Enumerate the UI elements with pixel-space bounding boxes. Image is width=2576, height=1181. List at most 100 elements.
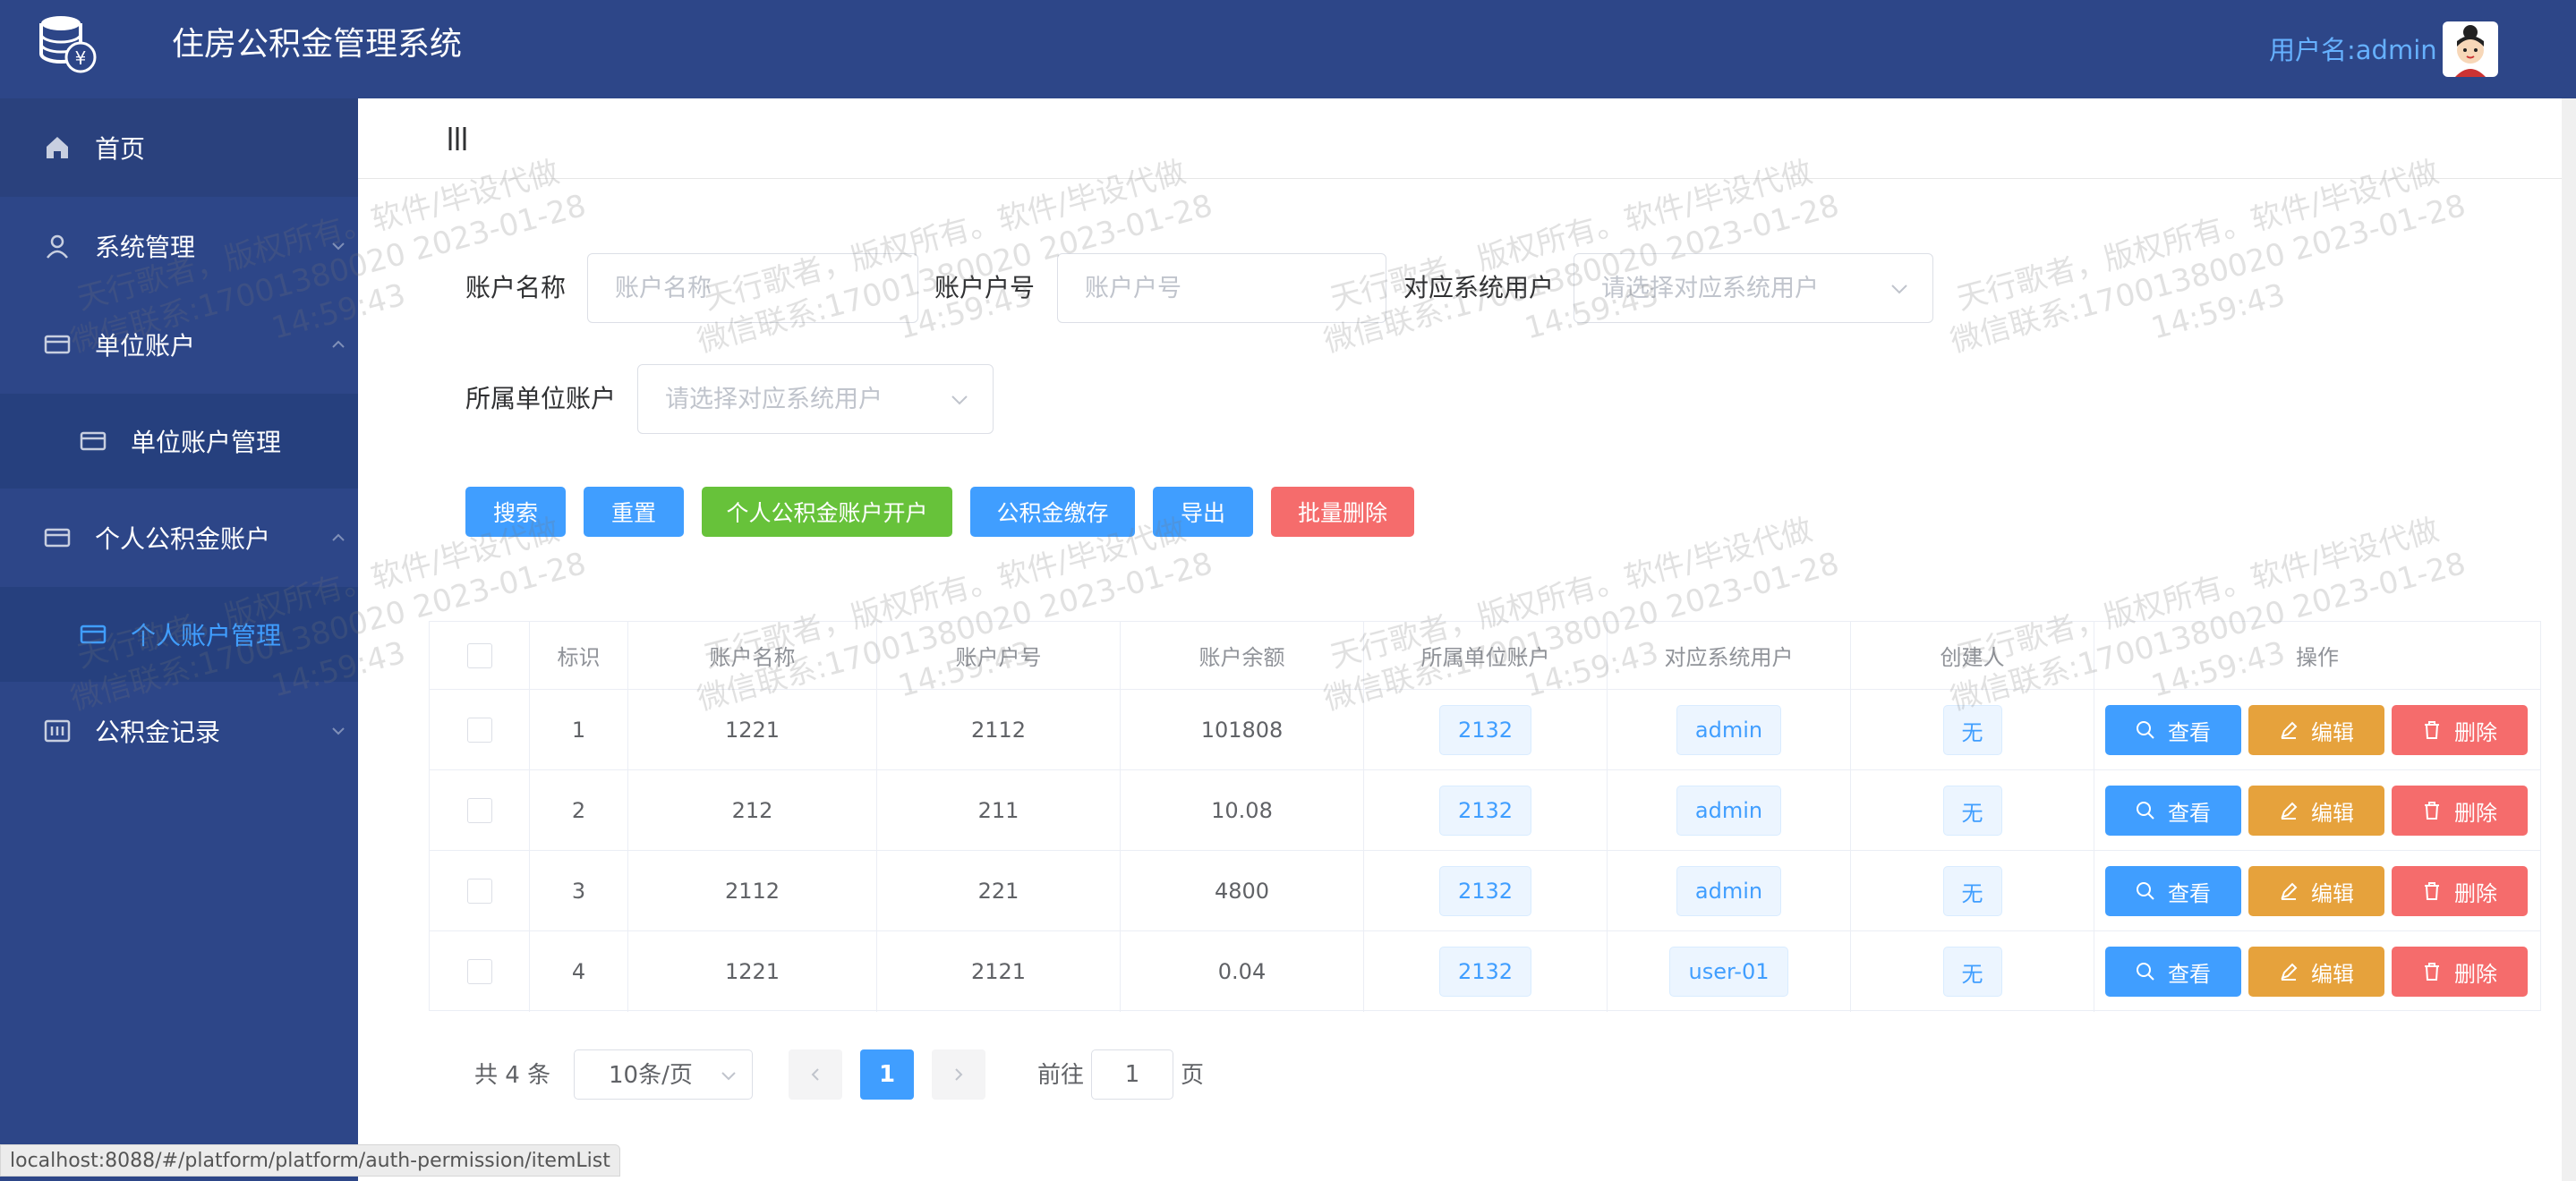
delete-label: 删除 <box>2454 719 2497 745</box>
delete-label: 删除 <box>2454 800 2497 826</box>
delete-button[interactable]: 删除 <box>2392 705 2528 755</box>
chevron-left-icon <box>811 1068 819 1081</box>
cell-balance: 4800 <box>1121 851 1364 931</box>
system-user-label: 对应系统用户 <box>1403 273 1555 302</box>
column-header: 账户名称 <box>628 622 877 690</box>
edit-icon <box>2281 721 2298 739</box>
edit-button[interactable]: 编辑 <box>2248 947 2384 997</box>
app-title: 住房公积金管理系统 <box>172 26 463 63</box>
delete-button[interactable]: 删除 <box>2392 786 2528 836</box>
sidebar-item-personal-account-manage[interactable]: 个人账户管理 <box>0 587 358 682</box>
sidebar-item-personal-account[interactable]: 个人公积金账户 <box>0 489 358 587</box>
delete-label: 删除 <box>2454 880 2497 906</box>
card-icon <box>43 523 72 552</box>
unit-tag: 2132 <box>1438 947 1532 997</box>
actions-cell: 查看 编辑 删除 <box>2094 931 2540 1012</box>
row-checkbox[interactable] <box>466 959 492 984</box>
delete-label: 删除 <box>2454 961 2497 987</box>
system-user-select[interactable]: 请选择对应系统用户 <box>1574 253 1933 323</box>
unit-account-select[interactable]: 请选择对应系统用户 <box>637 364 994 434</box>
view-button[interactable]: 查看 <box>2105 705 2241 755</box>
unit-account-label: 所属单位账户 <box>465 384 617 413</box>
edit-label: 编辑 <box>2311 961 2354 987</box>
goto-page-input[interactable]: 1 <box>1091 1049 1173 1100</box>
creator-tag: 无 <box>1942 705 2002 755</box>
sidebar-item-home[interactable]: 首页 <box>0 98 358 197</box>
account-table: 标识 账户名称 账户户号 账户余额 所属单位账户 对应系统用户 创建人 操作 1… <box>429 621 2541 1012</box>
delete-button[interactable]: 删除 <box>2392 866 2528 916</box>
next-page-button[interactable] <box>932 1049 985 1100</box>
edit-button[interactable]: 编辑 <box>2248 705 2384 755</box>
prev-page-button[interactable] <box>789 1049 842 1100</box>
search-icon <box>2137 721 2154 739</box>
edit-label: 编辑 <box>2311 719 2354 745</box>
delete-button[interactable]: 删除 <box>2392 947 2528 997</box>
view-label: 查看 <box>2168 800 2211 826</box>
table-row: 4 1221 2121 0.04 2132 user-01 无 查看 编辑 删除 <box>430 931 2540 1012</box>
home-icon <box>43 133 72 162</box>
placeholder: 请选择对应系统用户 <box>1601 275 1819 302</box>
sidebar-item-unit-account-manage[interactable]: 单位账户管理 <box>0 394 358 489</box>
menu-toggle-icon[interactable] <box>448 125 467 152</box>
cell-no: 221 <box>877 851 1121 931</box>
cell-id: 4 <box>530 931 628 1012</box>
page-size-value: 10条/页 <box>609 1062 693 1089</box>
sidebar-item-label: 单位账户管理 <box>131 428 282 457</box>
page-button[interactable]: 1 <box>860 1049 914 1100</box>
view-button[interactable]: 查看 <box>2105 947 2241 997</box>
avatar[interactable] <box>2443 21 2498 77</box>
edit-icon <box>2281 963 2298 981</box>
cell-no: 2112 <box>877 690 1121 770</box>
row-checkbox[interactable] <box>466 798 492 823</box>
account-name-input[interactable]: 账户名称 <box>587 253 918 323</box>
sidebar-item-unit-account[interactable]: 单位账户 <box>0 295 358 394</box>
column-header: 所属单位账户 <box>1364 622 1608 690</box>
deposit-button[interactable]: 公积金缴存 <box>970 487 1135 537</box>
unit-tag: 2132 <box>1438 786 1532 836</box>
view-button[interactable]: 查看 <box>2105 786 2241 836</box>
open-account-button[interactable]: 个人公积金账户开户 <box>702 487 952 537</box>
column-header: 对应系统用户 <box>1608 622 1851 690</box>
sidebar-item-label: 公积金记录 <box>95 718 221 747</box>
column-header: 创建人 <box>1851 622 2094 690</box>
column-header: 账户户号 <box>877 622 1121 690</box>
user-tag: user-01 <box>1669 947 1788 997</box>
reset-button[interactable]: 重置 <box>584 487 684 537</box>
view-button[interactable]: 查看 <box>2105 866 2241 916</box>
select-all-checkbox[interactable] <box>466 642 492 668</box>
row-checkbox[interactable] <box>466 718 492 743</box>
actions-cell: 查看 编辑 删除 <box>2094 690 2540 770</box>
cell-name: 212 <box>628 770 877 851</box>
chevron-down-icon <box>951 395 968 405</box>
edit-label: 编辑 <box>2311 880 2354 906</box>
row-checkbox[interactable] <box>466 879 492 904</box>
chevron-down-icon <box>332 242 345 251</box>
search-button[interactable]: 搜索 <box>465 487 566 537</box>
select-all-header <box>430 622 530 690</box>
cell-name: 2112 <box>628 851 877 931</box>
view-label: 查看 <box>2168 961 2211 987</box>
edit-button[interactable]: 编辑 <box>2248 786 2384 836</box>
account-no-input[interactable]: 账户户号 <box>1057 253 1386 323</box>
placeholder: 账户名称 <box>615 275 712 302</box>
sidebar-item-records[interactable]: 公积金记录 <box>0 682 358 780</box>
cell-id: 3 <box>530 851 628 931</box>
edit-label: 编辑 <box>2311 800 2354 826</box>
cell-no: 211 <box>877 770 1121 851</box>
username-label[interactable]: 用户名:admin <box>2269 32 2437 68</box>
card-icon <box>43 330 72 359</box>
cell-balance: 10.08 <box>1121 770 1364 851</box>
export-button[interactable]: 导出 <box>1153 487 1253 537</box>
trash-icon <box>2425 802 2439 820</box>
sidebar-item-system[interactable]: 系统管理 <box>0 197 358 295</box>
unit-tag: 2132 <box>1438 705 1532 755</box>
page-size-select[interactable]: 10条/页 <box>574 1049 753 1100</box>
column-header: 账户余额 <box>1121 622 1364 690</box>
sidebar-item-label: 个人账户管理 <box>131 621 282 650</box>
cell-no: 2121 <box>877 931 1121 1012</box>
chevron-right-icon <box>955 1068 963 1081</box>
record-icon <box>43 717 72 745</box>
placeholder: 请选择对应系统用户 <box>665 386 883 413</box>
batch-delete-button[interactable]: 批量删除 <box>1271 487 1414 537</box>
edit-button[interactable]: 编辑 <box>2248 866 2384 916</box>
